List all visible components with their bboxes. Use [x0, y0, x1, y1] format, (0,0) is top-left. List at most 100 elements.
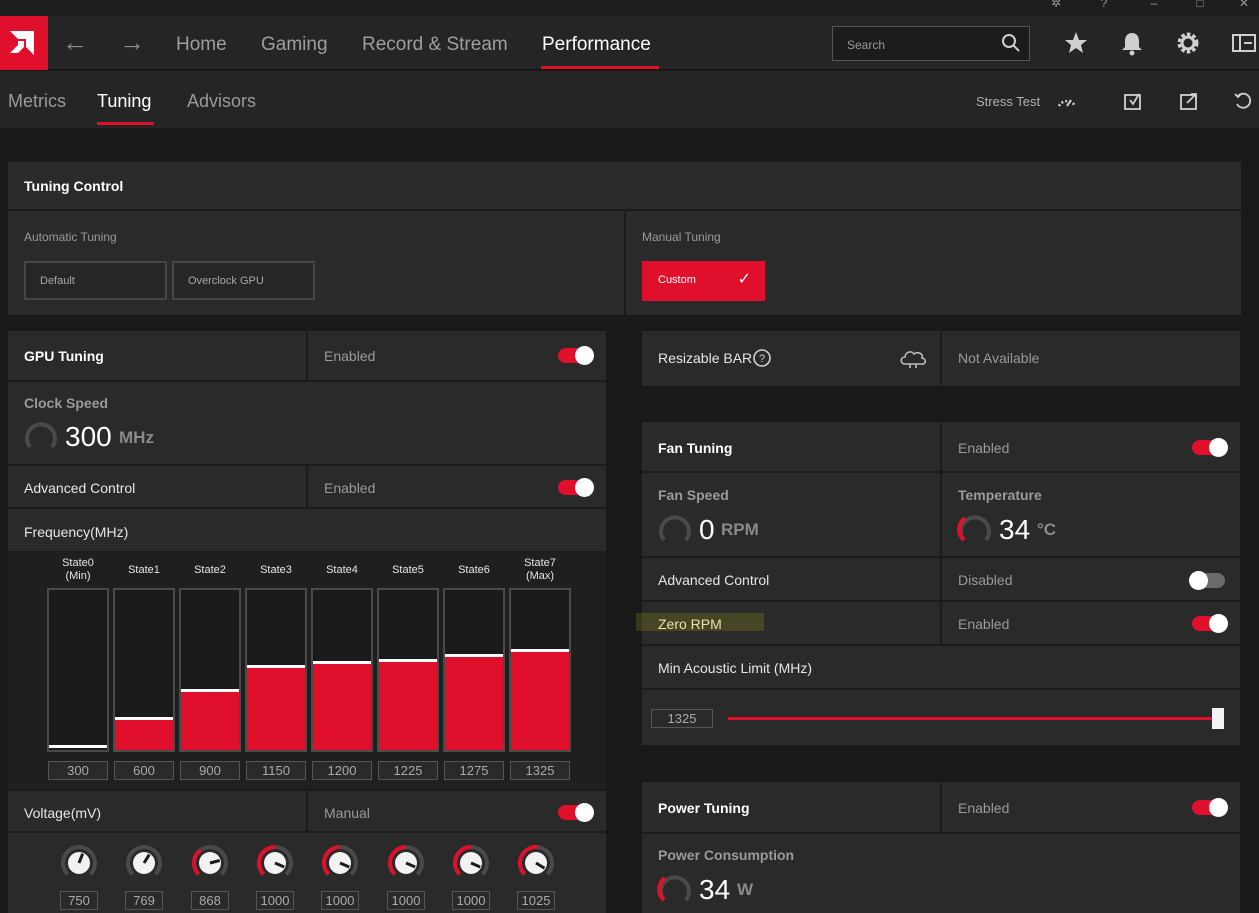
zero-rpm-toggle[interactable]	[1192, 614, 1228, 633]
notifications-bell-icon[interactable]	[1118, 29, 1146, 57]
import-profile-icon[interactable]	[1122, 90, 1144, 112]
tab-advisors[interactable]: Advisors	[187, 91, 256, 112]
frequency-bar-handle[interactable]	[115, 717, 173, 720]
frequency-bar-handle[interactable]	[445, 654, 503, 657]
frequency-bar-handle[interactable]	[313, 661, 371, 664]
advanced-control-toggle[interactable]	[558, 478, 594, 497]
frequency-state-bar[interactable]	[509, 588, 571, 752]
frequency-bar-handle[interactable]	[181, 689, 239, 692]
voltage-value[interactable]: 750	[60, 891, 98, 910]
clock-speed-label: Clock Speed	[24, 395, 109, 411]
frequency-state-bar[interactable]	[113, 588, 175, 752]
tab-active-indicator	[97, 122, 154, 125]
frequency-bar-fill	[379, 662, 437, 750]
min-acoustic-limit-input[interactable]: 1325	[651, 709, 713, 728]
frequency-bar-fill	[181, 692, 239, 750]
min-acoustic-slider-thumb[interactable]	[1212, 708, 1224, 729]
zero-rpm-label: Zero RPM	[658, 616, 722, 632]
voltage-value[interactable]: 1000	[321, 891, 359, 910]
tuning-control-panel: Tuning Control Automatic Tuning Default …	[8, 162, 1241, 315]
overclock-gpu-button[interactable]: Overclock GPU	[172, 261, 315, 300]
gpu-tuning-toggle[interactable]	[558, 346, 594, 365]
frequency-bar-handle[interactable]	[511, 649, 569, 652]
amd-logo-icon[interactable]	[0, 16, 48, 70]
frequency-bar-handle[interactable]	[49, 745, 107, 748]
frequency-state-value[interactable]: 900	[180, 761, 240, 780]
frequency-state-value[interactable]: 1325	[510, 761, 570, 780]
tab-tuning[interactable]: Tuning	[97, 91, 151, 112]
stress-test-label[interactable]: Stress Test	[976, 94, 1040, 109]
voltage-knob[interactable]	[190, 843, 230, 883]
power-tuning-toggle[interactable]	[1192, 798, 1228, 817]
voltage-knob[interactable]	[124, 843, 164, 883]
resizable-bar-status: Not Available	[958, 350, 1040, 366]
tab-metrics[interactable]: Metrics	[8, 91, 66, 112]
voltage-value[interactable]: 769	[125, 891, 163, 910]
frequency-state-bar[interactable]	[47, 588, 109, 752]
voltage-knob[interactable]	[516, 843, 556, 883]
back-arrow-icon[interactable]: ←	[62, 29, 88, 56]
svg-text:?: ?	[759, 353, 765, 365]
minimize-icon[interactable]: –	[1146, 0, 1162, 10]
voltage-value[interactable]: 868	[191, 891, 229, 910]
frequency-state-bar[interactable]	[311, 588, 373, 752]
sidebar-toggle-icon[interactable]	[1230, 29, 1258, 57]
voltage-knob[interactable]	[320, 843, 360, 883]
nav-record-stream[interactable]: Record & Stream	[362, 34, 508, 56]
forward-arrow-icon[interactable]: →	[119, 29, 145, 56]
power-tuning-title: Power Tuning	[658, 800, 750, 816]
help-icon[interactable]: ?	[1096, 0, 1112, 10]
frequency-bar-handle[interactable]	[247, 665, 305, 668]
frequency-state-label: State4	[326, 564, 358, 576]
divider	[8, 507, 606, 509]
frequency-state-value[interactable]: 600	[114, 761, 174, 780]
advanced-control-status: Enabled	[324, 480, 376, 496]
frequency-state-value[interactable]: 300	[48, 761, 108, 780]
voltage-value[interactable]: 1000	[256, 891, 294, 910]
settings-gear-icon[interactable]	[1174, 29, 1202, 57]
frequency-state-value[interactable]: 1150	[246, 761, 306, 780]
divider	[940, 422, 942, 556]
fan-speed-gauge-icon	[659, 515, 691, 542]
voltage-value[interactable]: 1025	[517, 891, 555, 910]
default-button[interactable]: Default	[24, 261, 167, 300]
fan-advanced-control-toggle[interactable]	[1189, 571, 1225, 590]
min-acoustic-slider-track[interactable]	[728, 717, 1218, 720]
voltage-toggle[interactable]	[558, 803, 594, 822]
frequency-state-value[interactable]: 1225	[378, 761, 438, 780]
bug-report-icon[interactable]: ✲	[1048, 0, 1064, 10]
favorites-star-icon[interactable]	[1062, 29, 1090, 57]
frequency-state-value[interactable]: 1200	[312, 761, 372, 780]
power-tuning-panel: Power Tuning Enabled Power Consumption 3…	[642, 782, 1240, 913]
help-circle-icon[interactable]: ?	[752, 348, 772, 368]
frequency-state-bar[interactable]	[443, 588, 505, 752]
reset-icon[interactable]	[1232, 90, 1254, 112]
close-icon[interactable]: ✕	[1236, 0, 1252, 10]
search-input[interactable]: Search	[832, 26, 1030, 61]
frequency-bar-handle[interactable]	[379, 659, 437, 662]
voltage-value[interactable]: 1000	[387, 891, 425, 910]
maximize-icon[interactable]: □	[1192, 0, 1208, 10]
top-navigation: ← → Home Gaming Record & Stream Performa…	[0, 16, 1259, 70]
voltage-knob[interactable]	[451, 843, 491, 883]
nav-performance[interactable]: Performance	[542, 34, 651, 56]
voltage-value[interactable]: 1000	[452, 891, 490, 910]
frequency-state-bar[interactable]	[377, 588, 439, 752]
frequency-state-bar[interactable]	[245, 588, 307, 752]
custom-button[interactable]: Custom ✓	[642, 261, 765, 301]
search-icon[interactable]	[1001, 33, 1021, 53]
voltage-knob[interactable]	[59, 843, 99, 883]
divider	[306, 331, 308, 380]
voltage-knob[interactable]	[386, 843, 426, 883]
automatic-tuning-label: Automatic Tuning	[24, 230, 117, 244]
fan-tuning-toggle[interactable]	[1192, 438, 1228, 457]
frequency-state-value[interactable]: 1275	[444, 761, 504, 780]
temperature-label: Temperature	[958, 487, 1042, 503]
stress-test-gauge-icon[interactable]	[1056, 90, 1078, 112]
export-profile-icon[interactable]	[1178, 90, 1200, 112]
frequency-state-bar[interactable]	[179, 588, 241, 752]
nav-gaming[interactable]: Gaming	[261, 34, 328, 56]
nav-home[interactable]: Home	[176, 34, 227, 56]
nav-active-indicator	[541, 66, 659, 69]
voltage-knob[interactable]	[255, 843, 295, 883]
